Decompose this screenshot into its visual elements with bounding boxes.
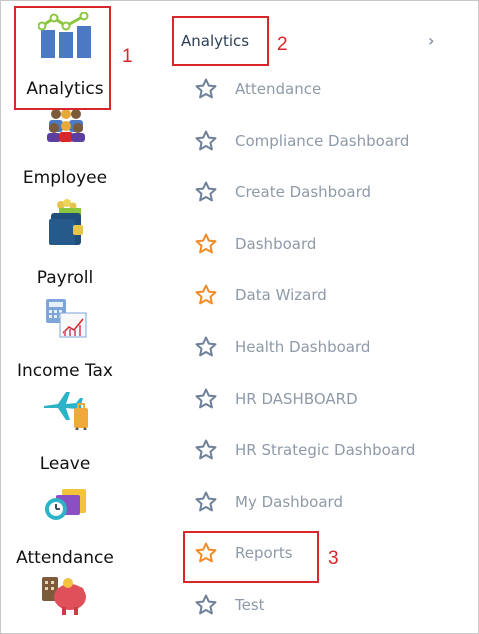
submenu-item-label: Attendance xyxy=(235,80,322,98)
annotation-box-3 xyxy=(183,531,319,583)
module-payroll[interactable]: Payroll xyxy=(0,193,130,293)
employee-icon xyxy=(47,109,85,142)
annotation-number-2: 2 xyxy=(277,34,288,55)
submenu-item-label: My Dashboard xyxy=(235,493,343,511)
leave-icon xyxy=(44,392,88,430)
star-outline-icon[interactable] xyxy=(194,77,218,101)
star-outline-icon[interactable] xyxy=(194,387,218,411)
submenu-item-test[interactable]: Test xyxy=(190,591,460,621)
submenu-item-attendance[interactable]: Attendance xyxy=(190,75,460,105)
payroll-icon xyxy=(49,199,83,245)
submenu-item-label: Create Dashboard xyxy=(235,183,371,201)
submenu-item-hr-strategic-dashboard[interactable]: HR Strategic Dashboard xyxy=(190,436,460,466)
star-outline-icon[interactable] xyxy=(194,129,218,153)
annotation-box-1 xyxy=(14,6,111,110)
star-outline-icon[interactable] xyxy=(194,593,218,617)
submenu-item-label: HR Strategic Dashboard xyxy=(235,441,416,459)
submenu-item-create-dashboard[interactable]: Create Dashboard xyxy=(190,178,460,208)
module-leave[interactable]: Leave xyxy=(0,388,130,483)
module-employee[interactable]: Employee xyxy=(0,108,130,193)
submenu-item-dashboard[interactable]: Dashboard xyxy=(190,230,460,260)
module-label: Attendance xyxy=(16,548,114,568)
submenu-item-label: Data Wizard xyxy=(235,286,327,304)
submenu-item-my-dashboard[interactable]: My Dashboard xyxy=(190,488,460,518)
chevron-right-icon[interactable]: › xyxy=(428,31,434,50)
star-filled-icon[interactable] xyxy=(194,283,218,307)
submenu-item-label: Dashboard xyxy=(235,235,317,253)
submenu-item-label: Compliance Dashboard xyxy=(235,132,410,150)
star-outline-icon[interactable] xyxy=(194,335,218,359)
income-tax-icon xyxy=(46,299,87,338)
submenu-item-label: HR DASHBOARD xyxy=(235,390,358,408)
submenu-item-data-wizard[interactable]: Data Wizard xyxy=(190,281,460,311)
star-outline-icon[interactable] xyxy=(194,490,218,514)
module-label: Income Tax xyxy=(16,361,113,381)
annotation-number-3: 3 xyxy=(328,548,339,569)
star-outline-icon[interactable] xyxy=(194,180,218,204)
module-income-tax[interactable]: Income Tax xyxy=(0,293,130,388)
annotation-number-1: 1 xyxy=(122,46,133,67)
star-outline-icon[interactable] xyxy=(194,438,218,462)
submenu-item-label: Health Dashboard xyxy=(235,338,371,356)
star-filled-icon[interactable] xyxy=(194,232,218,256)
module-attendance[interactable]: Attendance xyxy=(0,483,130,578)
submenu-item-health-dashboard[interactable]: Health Dashboard xyxy=(190,333,460,363)
attendance-icon xyxy=(45,489,86,520)
module-label: Employee xyxy=(22,168,108,188)
submenu-item-compliance-dashboard[interactable]: Compliance Dashboard xyxy=(190,127,460,157)
annotation-box-2 xyxy=(172,16,269,66)
module-icon-partial xyxy=(42,577,86,615)
module-label: Payroll xyxy=(36,268,94,288)
submenu-item-label: Test xyxy=(235,596,265,614)
module-label: Leave xyxy=(39,454,91,474)
submenu-item-hr-dashboard[interactable]: HR DASHBOARD xyxy=(190,385,460,415)
